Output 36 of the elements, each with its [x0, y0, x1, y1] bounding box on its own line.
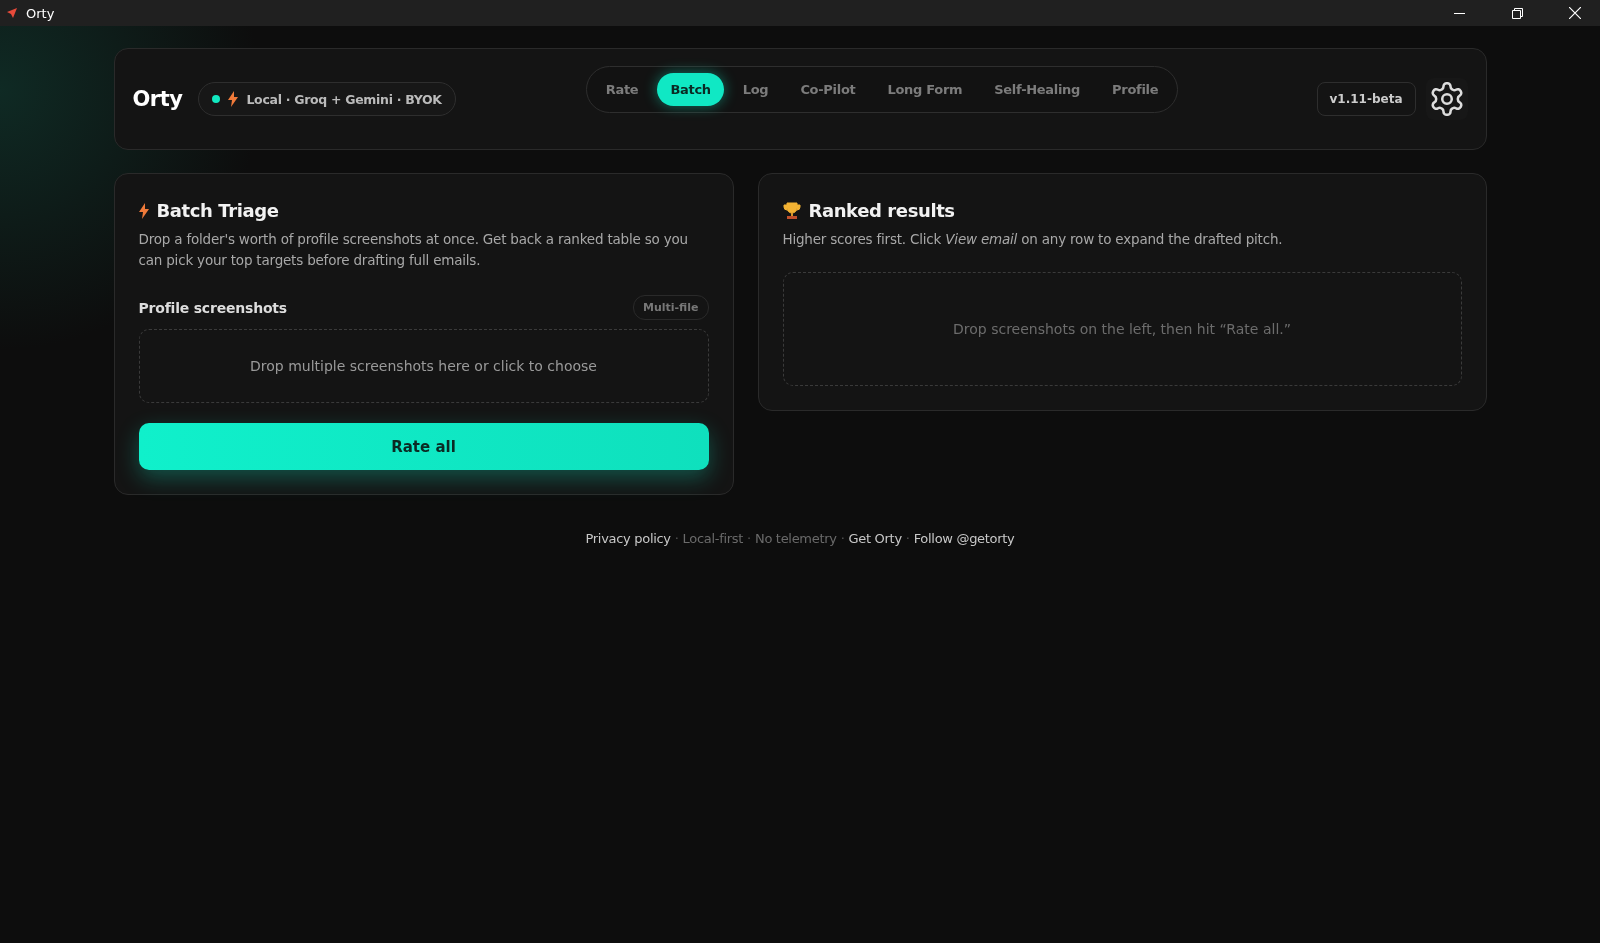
field-label: Profile screenshots: [138, 299, 287, 316]
brand-logo: Orty: [132, 87, 183, 111]
footer-text: Local-first: [682, 531, 744, 546]
window-title: Orty: [26, 5, 56, 21]
rate-all-button[interactable]: Rate all: [138, 423, 709, 470]
card-title: Ranked results: [808, 200, 955, 221]
version-badge: v1.11-beta: [1316, 82, 1416, 116]
footer-link[interactable]: Follow @getorty: [913, 531, 1015, 546]
separator-dot: ·: [905, 531, 910, 546]
close-icon: [1569, 7, 1581, 19]
separator-dot: ·: [674, 531, 679, 546]
nav-tab[interactable]: Co-Pilot: [787, 72, 869, 106]
file-dropzone[interactable]: Drop multiple screenshots here or click to choose: [138, 329, 709, 403]
empty-results: Drop screenshots on the left, then hit “Rate all.”: [782, 272, 1462, 386]
nav-tab[interactable]: Long Form: [874, 72, 976, 106]
status-text: Local · Groq + Gemini · BYOK: [246, 91, 442, 107]
separator-dot: ·: [747, 531, 751, 546]
nav-tab[interactable]: Log: [729, 72, 782, 106]
nav-tab[interactable]: Self-Healing: [981, 72, 1094, 106]
footer-link[interactable]: Get Orty: [848, 531, 902, 546]
nav-tab[interactable]: Profile: [1099, 72, 1172, 106]
nav-tab[interactable]: Rate: [592, 72, 652, 106]
app-icon: [6, 7, 18, 19]
multi-file-badge: Multi-file: [632, 295, 709, 320]
card-title: Batch Triage: [156, 200, 279, 221]
restore-icon: [1511, 7, 1523, 19]
lightning-icon: [228, 91, 239, 107]
footer-text: No telemetry: [754, 531, 837, 546]
nav-tab[interactable]: Batch: [657, 72, 724, 106]
card-description: Drop a folder's worth of profile screenshots at once. Get back a ranked table so you can pick your top targets before drafting full emails.: [138, 230, 689, 270]
separator-dot: ·: [840, 531, 845, 546]
minimize-icon: [1453, 12, 1465, 14]
footer-link[interactable]: Privacy policy: [585, 531, 671, 546]
lightning-icon: [138, 202, 149, 219]
trophy-icon: [782, 201, 801, 220]
card-description: Higher scores first. Click View email on any row to expand the drafted pitch.: [782, 230, 1284, 249]
